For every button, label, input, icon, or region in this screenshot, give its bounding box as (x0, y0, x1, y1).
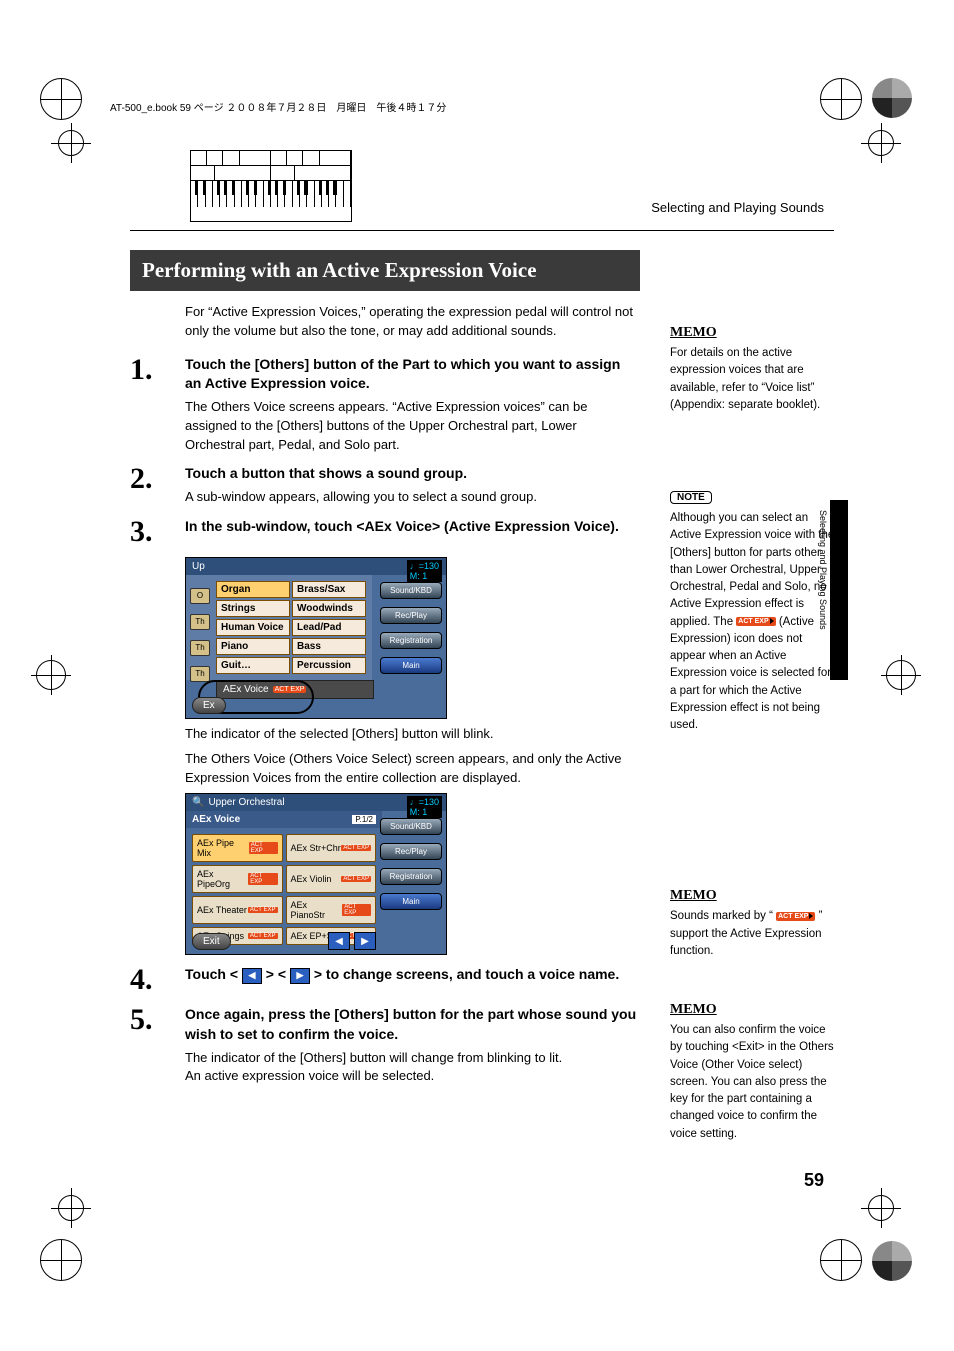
product-diagram (190, 150, 352, 222)
side-tab-main[interactable]: Main (380, 657, 442, 674)
group-button[interactable]: Bass (292, 638, 366, 655)
note-text: Although you can select an Active Expres… (670, 510, 840, 734)
act-exp-icon: ACT EXP (736, 617, 775, 626)
right-arrow-icon: ▶ (290, 968, 310, 984)
color-registration-icon (872, 78, 912, 118)
side-tab-registration[interactable]: Registration (380, 632, 442, 649)
step-heading: Once again, press the [Others] button fo… (185, 1005, 640, 1044)
voice-button[interactable]: AEx TheaterACT EXP (192, 896, 283, 924)
left-pill: Th (190, 614, 210, 630)
step-description: The Others Voice screens appears. “Activ… (185, 398, 640, 455)
act-exp-icon: ACT EXP (249, 842, 278, 854)
group-button[interactable]: Piano (216, 638, 290, 655)
act-exp-icon: ACT EXP (248, 873, 277, 885)
crop-mark-icon (58, 130, 84, 156)
crop-mark-icon (40, 78, 82, 120)
book-header-line: AT-500_e.book 59 ページ ２００８年７月２８日 月曜日 午後４時… (110, 99, 446, 114)
step-heading: Touch < ◀ > < ▶ > to change screens, and… (185, 965, 640, 985)
section-title: Performing with an Active Expression Voi… (130, 250, 640, 291)
side-tab-rec-play[interactable]: Rec/Play (380, 607, 442, 624)
header-rule (130, 230, 834, 231)
step-description: An active expression voice will be selec… (185, 1067, 640, 1086)
step-heading: In the sub-window, touch <AEx Voice> (Ac… (185, 517, 640, 537)
memo-text: For details on the active expression voi… (670, 345, 840, 414)
crop-mark-icon (58, 1195, 84, 1221)
side-tab-registration[interactable]: Registration (380, 868, 442, 885)
caption-text: The indicator of the selected [Others] b… (185, 725, 640, 744)
act-exp-icon: ACT EXP (248, 933, 278, 939)
side-tab-sound-kbd[interactable]: Sound/KBD (380, 818, 442, 835)
memo-text: You can also confirm the voice by touchi… (670, 1022, 840, 1143)
act-exp-icon: ACT EXP (776, 912, 815, 921)
crop-mark-icon (868, 130, 894, 156)
device-screenshot-voices: 🔍Upper Orchestral ♩=130M: 1 AEx Voice P.… (185, 793, 447, 955)
step-heading: Touch the [Others] button of the Part to… (185, 355, 640, 394)
screenshot-title: Upper Orchestral (208, 797, 284, 808)
act-exp-icon: ACT EXP (341, 876, 371, 882)
act-exp-icon: ACT EXP (248, 907, 278, 913)
memo-text: Sounds marked by “ ACT EXP ” support the… (670, 908, 840, 960)
voice-button[interactable]: AEx PipeOrgACT EXP (192, 865, 283, 893)
intro-paragraph: For “Active Expression Voices,” operatin… (185, 303, 640, 341)
group-button[interactable]: Lead/Pad (292, 619, 366, 636)
memo-label: MEMO (670, 888, 840, 904)
group-button[interactable]: Human Voice (216, 619, 290, 636)
voice-button[interactable]: AEx Str+ChrACT EXP (286, 834, 377, 862)
voice-button[interactable]: AEx ViolinACT EXP (286, 865, 377, 893)
color-registration-icon (872, 1241, 912, 1281)
caption-text: The Others Voice (Others Voice Select) s… (185, 750, 640, 788)
memo-label: MEMO (670, 1002, 840, 1018)
crop-mark-icon (820, 78, 862, 120)
act-exp-icon: ACT EXP (341, 845, 371, 851)
screenshot-title: Up (192, 561, 205, 572)
prev-page-button[interactable]: ◀ (328, 932, 350, 950)
left-pill: O (190, 588, 210, 604)
group-button-organ[interactable]: Organ (216, 581, 290, 598)
left-arrow-icon: ◀ (242, 968, 262, 984)
device-screenshot-groups: Up ♩=130M: 1 O Th Th Th Organ Brass/Sax … (185, 557, 447, 719)
step-number: 5. (130, 1005, 185, 1035)
side-tab-main[interactable]: Main (380, 893, 442, 910)
group-button[interactable]: Guit… (216, 657, 290, 674)
crop-mark-icon (820, 1239, 862, 1281)
side-tab-sound-kbd[interactable]: Sound/KBD (380, 582, 442, 599)
act-exp-icon: ACT EXP (342, 904, 371, 916)
left-pill: Th (190, 640, 210, 656)
group-button[interactable]: Woodwinds (292, 600, 366, 617)
note-label: NOTE (670, 491, 712, 504)
memo-label: MEMO (670, 325, 840, 341)
next-page-button[interactable]: ▶ (354, 932, 376, 950)
step-heading: Touch a button that shows a sound group. (185, 464, 640, 484)
group-button[interactable]: Percussion (292, 657, 366, 674)
crop-mark-icon (886, 660, 916, 690)
step-number: 3. (130, 517, 185, 547)
crop-mark-icon (868, 1195, 894, 1221)
step-number: 2. (130, 464, 185, 494)
page-number: 59 (804, 1170, 824, 1191)
step-description: The indicator of the [Others] button wil… (185, 1049, 640, 1068)
exit-button[interactable]: Ex (192, 697, 226, 714)
crop-mark-icon (36, 660, 66, 690)
group-button[interactable]: Strings (216, 600, 290, 617)
crop-mark-icon (40, 1239, 82, 1281)
voice-button[interactable]: AEx Pipe MixACT EXP (192, 834, 283, 862)
step-description: A sub-window appears, allowing you to se… (185, 488, 640, 507)
page-indicator: P.1/2 (352, 815, 376, 824)
side-tab-rec-play[interactable]: Rec/Play (380, 843, 442, 860)
voice-button[interactable]: AEx PianoStrACT EXP (286, 896, 377, 924)
group-button[interactable]: Brass/Sax (292, 581, 366, 598)
running-header: Selecting and Playing Sounds (651, 200, 824, 215)
step-number: 4. (130, 965, 185, 995)
step-number: 1. (130, 355, 185, 385)
voice-group-header: AEx Voice (192, 814, 240, 825)
exit-button[interactable]: Exit (192, 933, 231, 950)
left-pill: Th (190, 666, 210, 682)
